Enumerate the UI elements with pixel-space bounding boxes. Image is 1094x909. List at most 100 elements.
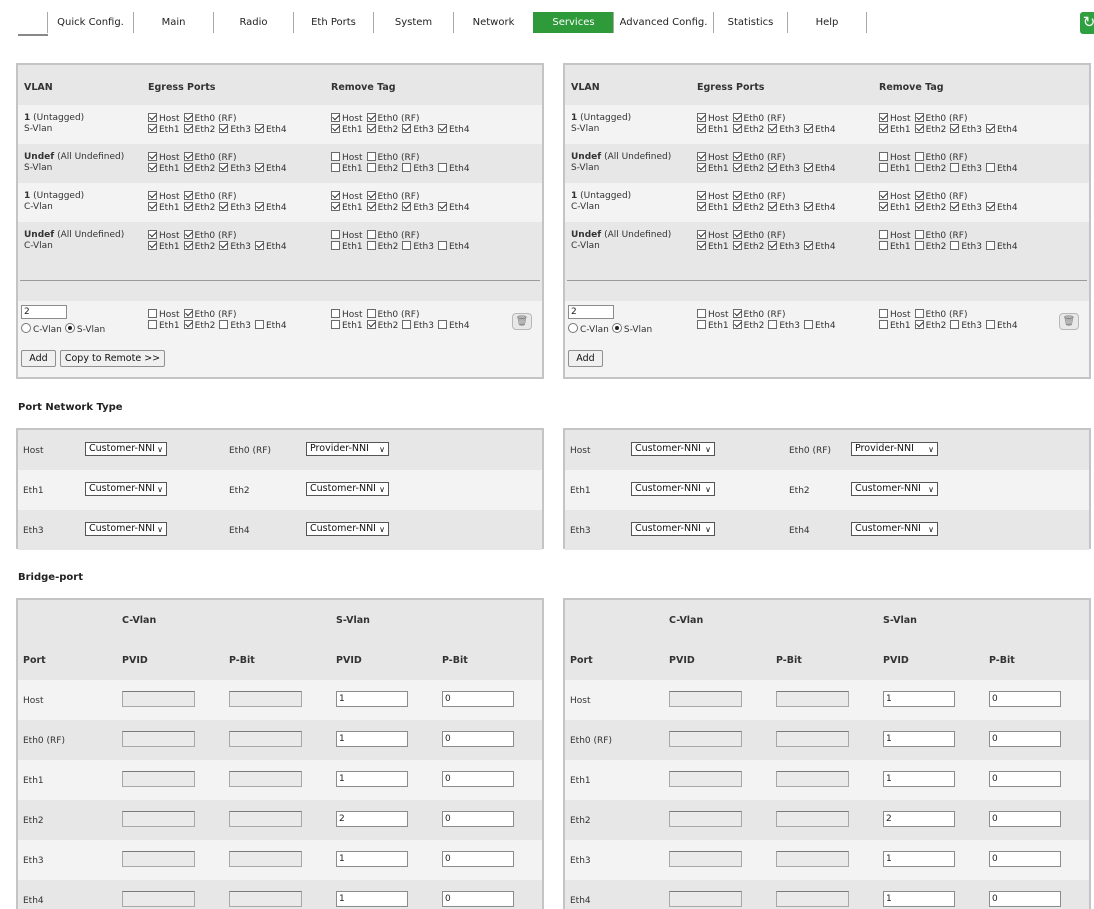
network-type-select[interactable]: Provider-NNI ∨ <box>851 442 938 456</box>
checkbox[interactable] <box>183 241 193 250</box>
tab-eth-ports[interactable]: Eth Ports <box>293 12 373 33</box>
checkbox[interactable] <box>366 124 376 133</box>
checkbox[interactable] <box>914 113 924 122</box>
checkbox[interactable] <box>331 191 340 200</box>
checkbox[interactable] <box>219 202 229 211</box>
s-pvid-input[interactable]: 2 <box>883 811 955 827</box>
checkbox[interactable] <box>950 320 960 329</box>
tab-system[interactable]: System <box>373 12 453 33</box>
checkbox[interactable] <box>331 320 340 329</box>
checkbox[interactable] <box>366 191 376 200</box>
trash-icon[interactable]: 🗑 <box>512 313 532 330</box>
s-vlan-radio[interactable] <box>611 323 622 333</box>
s-pbit-input[interactable]: 0 <box>989 731 1061 747</box>
checkbox[interactable] <box>950 202 960 211</box>
add-button[interactable]: Add <box>21 350 56 367</box>
checkbox[interactable] <box>148 124 157 133</box>
refresh-icon[interactable]: ↻ <box>1080 12 1094 34</box>
checkbox[interactable] <box>697 320 706 329</box>
checkbox[interactable] <box>914 241 924 250</box>
checkbox[interactable] <box>914 309 924 318</box>
c-vlan-radio[interactable] <box>21 323 31 333</box>
checkbox[interactable] <box>803 163 813 172</box>
tab-help[interactable]: Help <box>787 12 867 33</box>
checkbox[interactable] <box>985 320 995 329</box>
checkbox[interactable] <box>366 309 376 318</box>
s-pvid-input[interactable]: 1 <box>883 731 955 747</box>
network-type-select[interactable]: Customer-NNI ∨ <box>85 522 167 536</box>
checkbox[interactable] <box>219 320 229 329</box>
checkbox[interactable] <box>768 163 778 172</box>
checkbox[interactable] <box>254 202 264 211</box>
checkbox[interactable] <box>148 241 157 250</box>
checkbox[interactable] <box>402 241 412 250</box>
s-pbit-input[interactable]: 0 <box>442 731 514 747</box>
checkbox[interactable] <box>879 124 888 133</box>
checkbox[interactable] <box>732 230 742 239</box>
s-pbit-input[interactable]: 0 <box>442 811 514 827</box>
checkbox[interactable] <box>219 124 229 133</box>
checkbox[interactable] <box>183 152 193 161</box>
tab-network[interactable]: Network <box>453 12 533 33</box>
s-pbit-input[interactable]: 0 <box>989 851 1061 867</box>
checkbox[interactable] <box>732 320 742 329</box>
checkbox[interactable] <box>254 320 264 329</box>
checkbox[interactable] <box>148 309 157 318</box>
tab-statistics[interactable]: Statistics <box>713 12 787 33</box>
checkbox[interactable] <box>331 163 340 172</box>
network-type-select[interactable]: Customer-NNI ∨ <box>631 442 715 456</box>
checkbox[interactable] <box>732 241 742 250</box>
checkbox[interactable] <box>985 241 995 250</box>
checkbox[interactable] <box>183 309 193 318</box>
checkbox[interactable] <box>732 202 742 211</box>
checkbox[interactable] <box>437 124 447 133</box>
checkbox[interactable] <box>697 113 706 122</box>
checkbox[interactable] <box>879 163 888 172</box>
s-pvid-input[interactable]: 1 <box>883 891 955 907</box>
s-pbit-input[interactable]: 0 <box>989 771 1061 787</box>
c-vlan-radio[interactable] <box>568 323 578 333</box>
s-pbit-input[interactable]: 0 <box>442 851 514 867</box>
tab-advanced-config[interactable]: Advanced Config. <box>613 12 713 33</box>
network-type-select[interactable]: Customer-NNI ∨ <box>85 442 167 456</box>
checkbox[interactable] <box>183 202 193 211</box>
checkbox[interactable] <box>879 241 888 250</box>
checkbox[interactable] <box>148 230 157 239</box>
checkbox[interactable] <box>254 241 264 250</box>
checkbox[interactable] <box>732 113 742 122</box>
s-pbit-input[interactable]: 0 <box>442 771 514 787</box>
checkbox[interactable] <box>331 124 340 133</box>
checkbox[interactable] <box>985 124 995 133</box>
checkbox[interactable] <box>183 320 193 329</box>
checkbox[interactable] <box>148 191 157 200</box>
checkbox[interactable] <box>366 152 376 161</box>
s-pvid-input[interactable]: 1 <box>336 891 408 907</box>
checkbox[interactable] <box>879 152 888 161</box>
checkbox[interactable] <box>950 124 960 133</box>
checkbox[interactable] <box>732 309 742 318</box>
s-pbit-input[interactable]: 0 <box>442 891 514 907</box>
tab-main[interactable]: Main <box>133 12 213 33</box>
checkbox[interactable] <box>914 230 924 239</box>
s-pvid-input[interactable]: 1 <box>336 771 408 787</box>
checkbox[interactable] <box>697 152 706 161</box>
copy-to-remote-button[interactable]: Copy to Remote >> <box>60 350 165 367</box>
trash-icon[interactable]: 🗑 <box>1059 313 1079 330</box>
checkbox[interactable] <box>148 320 157 329</box>
checkbox[interactable] <box>437 163 447 172</box>
checkbox[interactable] <box>768 202 778 211</box>
checkbox[interactable] <box>331 241 340 250</box>
checkbox[interactable] <box>402 124 412 133</box>
s-pvid-input[interactable]: 2 <box>336 811 408 827</box>
checkbox[interactable] <box>183 191 193 200</box>
checkbox[interactable] <box>697 163 706 172</box>
network-type-select[interactable]: Customer-NNI ∨ <box>631 522 715 536</box>
network-type-select[interactable]: Customer-NNI ∨ <box>851 482 938 496</box>
checkbox[interactable] <box>183 163 193 172</box>
checkbox[interactable] <box>183 113 193 122</box>
checkbox[interactable] <box>879 113 888 122</box>
checkbox[interactable] <box>402 163 412 172</box>
checkbox[interactable] <box>402 202 412 211</box>
checkbox[interactable] <box>366 230 376 239</box>
checkbox[interactable] <box>768 320 778 329</box>
